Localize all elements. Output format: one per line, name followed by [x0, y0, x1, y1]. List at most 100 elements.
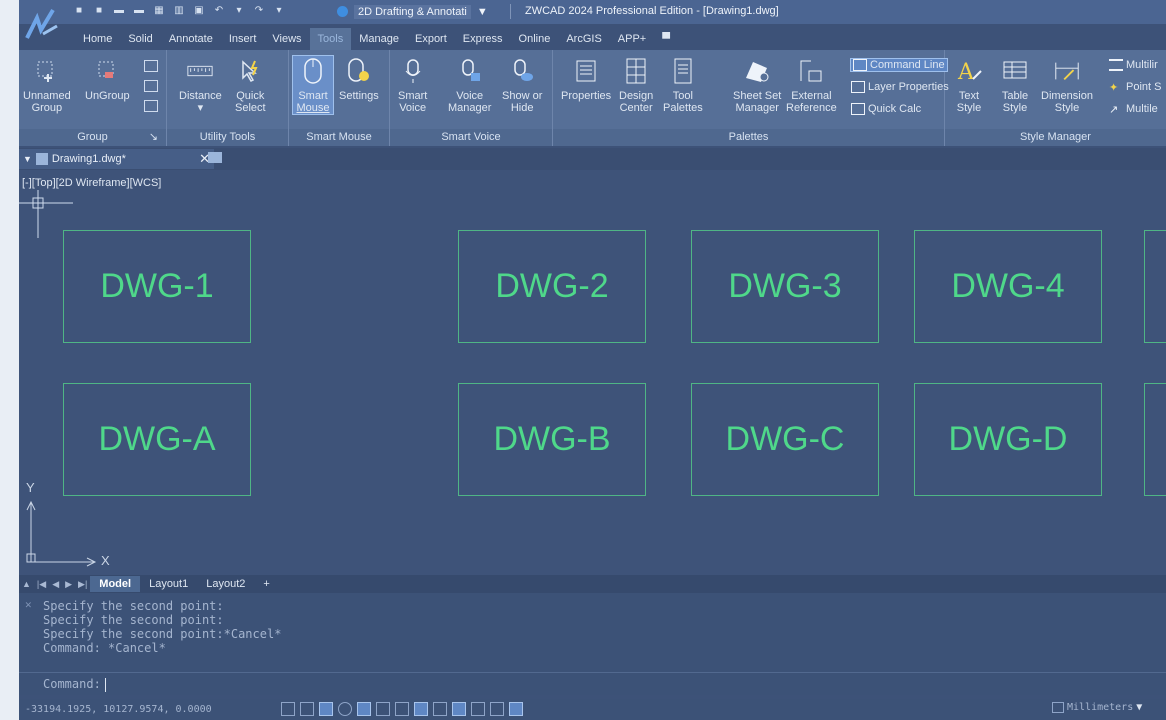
drawing-frame[interactable]: DWG-1: [63, 230, 251, 343]
ribbon-toggle-icon[interactable]: ▀: [654, 28, 678, 50]
group-edit-icon[interactable]: [144, 60, 158, 72]
drawing-frame[interactable]: DWG-C: [691, 383, 879, 496]
command-history-line: Specify the second point:: [43, 599, 224, 613]
mouse-settings-button[interactable]: Settings: [339, 56, 379, 102]
redo-dropdown-icon[interactable]: ▾: [273, 4, 285, 16]
layout-last-icon[interactable]: ▶|: [78, 579, 87, 590]
object-track-icon[interactable]: [376, 702, 390, 716]
document-tab[interactable]: ▼ Drawing1.dwg* ✕: [19, 149, 214, 169]
selection-cycling-icon[interactable]: [490, 702, 504, 716]
units-selector[interactable]: Millimeters ▼: [1052, 702, 1142, 713]
show-hide-icon: [508, 56, 536, 86]
tab-home[interactable]: Home: [75, 28, 120, 50]
command-input[interactable]: Command:: [19, 672, 1166, 694]
layout-prev-icon[interactable]: ◀: [52, 579, 59, 590]
multileader-style-button[interactable]: ↗ Multile: [1109, 103, 1158, 116]
smart-mouse-status-icon[interactable]: [509, 702, 523, 716]
open-icon[interactable]: ■: [93, 4, 105, 16]
save-as-icon[interactable]: ▬: [133, 4, 145, 16]
tab-menu-icon[interactable]: ▼: [23, 154, 32, 164]
group-select-icon[interactable]: [144, 80, 158, 92]
layer-properties-icon: [851, 81, 865, 93]
quick-calc-button[interactable]: Quick Calc: [851, 103, 921, 115]
properties-button[interactable]: Properties: [561, 56, 611, 102]
units-icon: [1052, 702, 1064, 713]
new-tab-icon[interactable]: [208, 152, 222, 163]
tab-layout2[interactable]: Layout2: [197, 576, 254, 592]
design-center-label-2: Center: [619, 102, 653, 114]
text-style-button[interactable]: A Text Style: [955, 56, 983, 114]
smart-voice-button[interactable]: Smart Voice: [398, 56, 427, 114]
tab-manage[interactable]: Manage: [351, 28, 407, 50]
drawing-frame[interactable]: DWG-B: [458, 383, 646, 496]
unnamed-group-button[interactable]: Unnamed Group: [23, 56, 71, 114]
tab-layout1[interactable]: Layout1: [140, 576, 197, 592]
table-style-button[interactable]: Table Style: [1001, 56, 1029, 114]
dynamic-input-icon[interactable]: [414, 702, 428, 716]
dialog-launcher-icon[interactable]: ↘: [149, 129, 158, 146]
layout-prev-first-icon[interactable]: |◀: [37, 579, 46, 590]
dimension-style-button[interactable]: Dimension Style: [1041, 56, 1093, 114]
new-icon[interactable]: ■: [73, 4, 85, 16]
ortho-icon[interactable]: [319, 702, 333, 716]
tab-model[interactable]: Model: [90, 576, 141, 592]
undo-icon[interactable]: ↶: [213, 4, 225, 16]
properties-icon[interactable]: ▣: [193, 4, 205, 16]
viewport-controls[interactable]: [-][Top][2D Wireframe][WCS]: [22, 177, 161, 189]
tab-export[interactable]: Export: [407, 28, 455, 50]
undo-dropdown-icon[interactable]: ▾: [233, 4, 245, 16]
dynamic-ucs-icon[interactable]: [395, 702, 409, 716]
properties-palette-icon: [572, 56, 600, 86]
tab-solid[interactable]: Solid: [120, 28, 160, 50]
layout-first-icon[interactable]: ▲: [22, 579, 31, 589]
drawing-frame[interactable]: DWG-A: [63, 383, 251, 496]
status-toggles: [281, 702, 523, 716]
multiline-style-button[interactable]: Multilir: [1109, 59, 1158, 71]
object-snap-icon[interactable]: [357, 702, 371, 716]
distance-button[interactable]: Distance ▾: [179, 56, 222, 114]
tab-insert[interactable]: Insert: [221, 28, 265, 50]
panel-smart-voice-label: Smart Voice: [390, 129, 552, 146]
smart-mouse-button[interactable]: Smart Mouse: [292, 55, 334, 115]
design-center-button[interactable]: Design Center: [619, 56, 653, 114]
workspace-selector[interactable]: 2D Drafting & Annotati ▼: [337, 3, 488, 20]
plot-icon[interactable]: ▥: [173, 4, 185, 16]
drawing-frame[interactable]: DWG-D: [914, 383, 1102, 496]
external-reference-button[interactable]: External Reference: [786, 56, 837, 114]
polar-icon[interactable]: [338, 702, 352, 716]
tab-tools[interactable]: Tools: [309, 28, 352, 50]
save-icon[interactable]: ▬: [113, 4, 125, 16]
tab-annotate[interactable]: Annotate: [161, 28, 221, 50]
voice-manager-button[interactable]: Voice Manager: [448, 56, 491, 114]
layer-properties-button[interactable]: Layer Properties: [851, 81, 949, 93]
print-icon[interactable]: ▦: [153, 4, 165, 16]
point-style-button[interactable]: ✦ Point S: [1109, 81, 1161, 94]
drawing-frame[interactable]: DWG-2: [458, 230, 646, 343]
command-line-button[interactable]: Command Line: [850, 58, 948, 72]
tab-app-plus[interactable]: APP+: [610, 28, 654, 50]
group-manager-icon[interactable]: [144, 100, 158, 112]
snap-icon[interactable]: [300, 702, 314, 716]
tool-palettes-button[interactable]: Tool Palettes: [663, 56, 703, 114]
show-or-hide-button[interactable]: Show or Hide: [502, 56, 542, 114]
grid-icon[interactable]: [281, 702, 295, 716]
drawing-frame-partial[interactable]: [1144, 230, 1166, 343]
tab-express[interactable]: Express: [455, 28, 511, 50]
tab-online[interactable]: Online: [511, 28, 559, 50]
layout-next-icon[interactable]: ▶: [65, 579, 72, 590]
drawing-frame-partial[interactable]: [1144, 383, 1166, 496]
drawing-frame[interactable]: DWG-4: [914, 230, 1102, 343]
close-icon[interactable]: ✕: [25, 598, 32, 611]
drawing-canvas[interactable]: [-][Top][2D Wireframe][WCS] DWG-1 DWG-2 …: [19, 170, 1166, 575]
drawing-frame[interactable]: DWG-3: [691, 230, 879, 343]
add-layout-button[interactable]: +: [254, 576, 278, 592]
quick-properties-icon[interactable]: [471, 702, 485, 716]
lineweight-icon[interactable]: [433, 702, 447, 716]
tab-views[interactable]: Views: [264, 28, 309, 50]
tab-arcgis[interactable]: ArcGIS: [558, 28, 609, 50]
sheet-set-manager-button[interactable]: Sheet Set Manager: [733, 56, 781, 114]
transparency-icon[interactable]: [452, 702, 466, 716]
ungroup-button[interactable]: UnGroup: [85, 56, 130, 102]
redo-icon[interactable]: ↷: [253, 4, 265, 16]
quick-select-button[interactable]: Quick Select: [235, 56, 266, 114]
